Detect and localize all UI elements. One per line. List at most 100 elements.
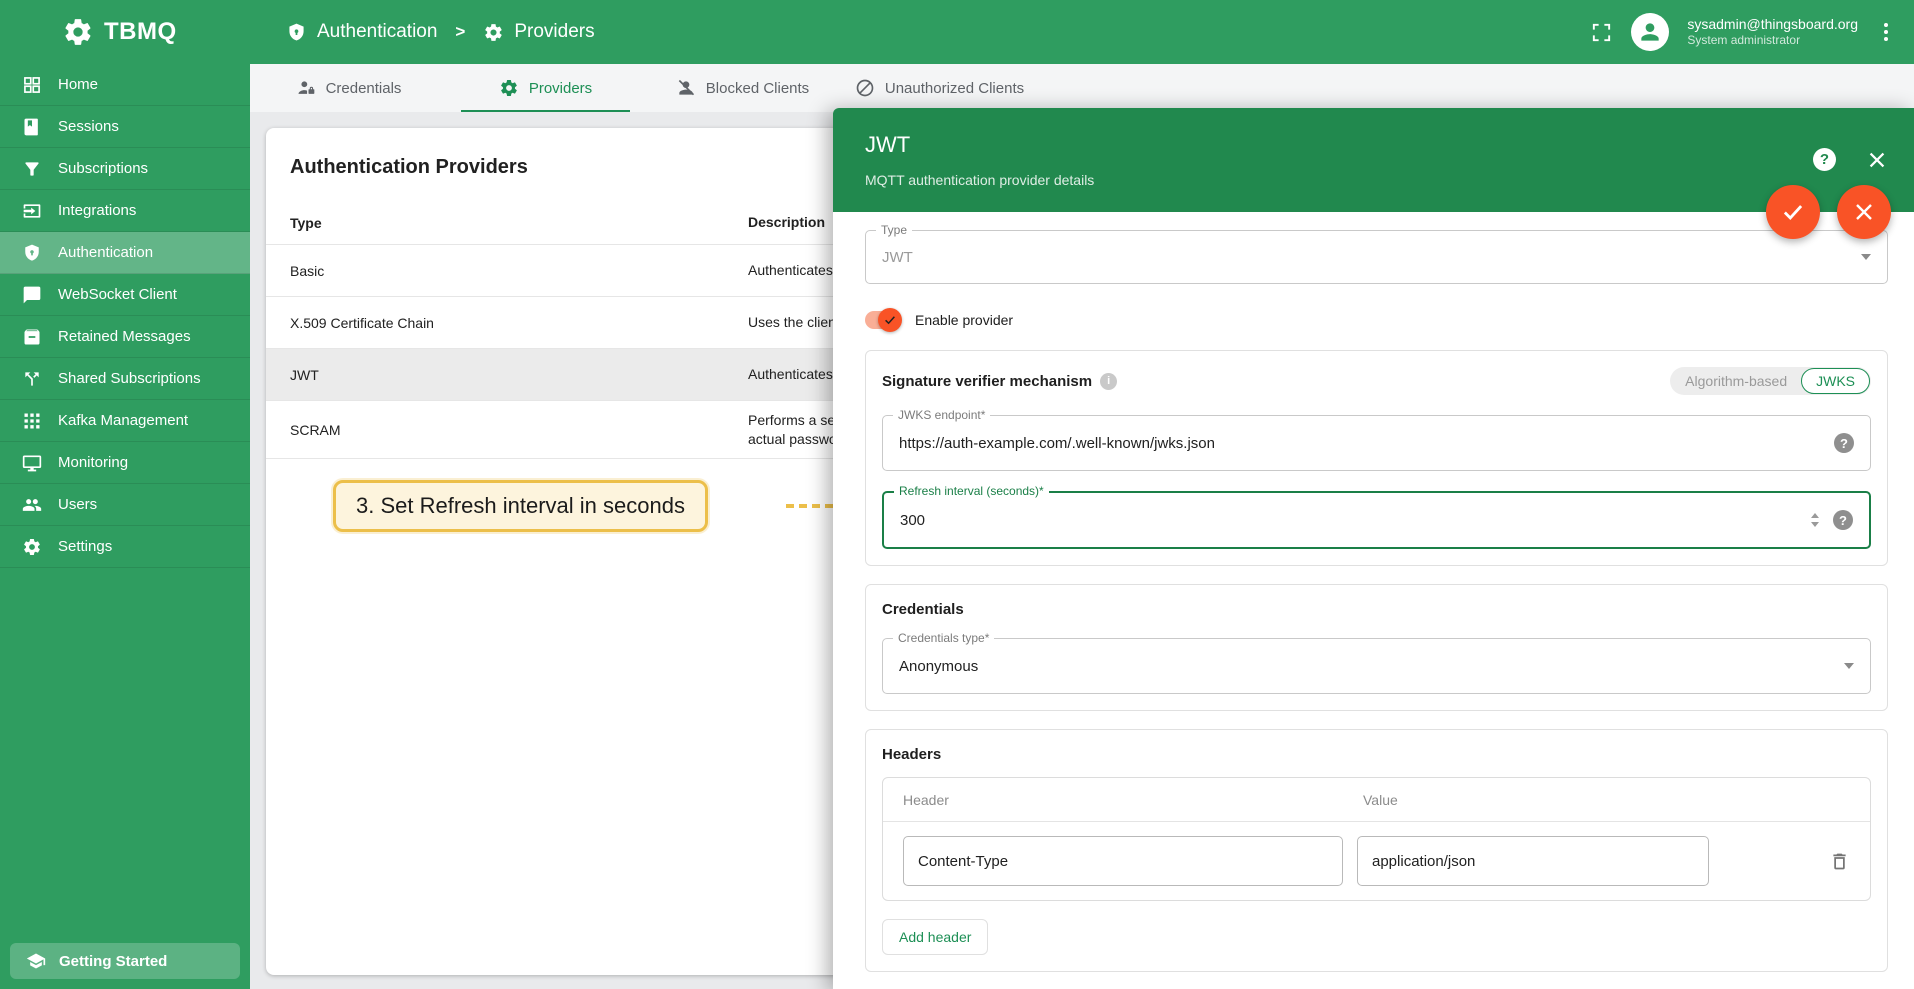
headers-card: Headers Header Value Add header bbox=[865, 729, 1888, 972]
breadcrumb-separator: > bbox=[455, 22, 466, 41]
header-name-input[interactable] bbox=[903, 836, 1343, 886]
sidebar-item-websocket-client[interactable]: WebSocket Client bbox=[0, 274, 250, 316]
jwks-endpoint-input[interactable] bbox=[899, 434, 1834, 452]
input-icon bbox=[22, 201, 42, 221]
person-lock-icon bbox=[296, 78, 316, 98]
close-icon bbox=[1852, 200, 1876, 224]
annotation-callout: 3. Set Refresh interval in seconds bbox=[333, 480, 708, 532]
filter-icon bbox=[22, 159, 42, 179]
enable-provider-label: Enable provider bbox=[915, 312, 1014, 328]
field-label: Credentials type* bbox=[893, 631, 995, 645]
apply-button[interactable] bbox=[1766, 185, 1820, 239]
tbmq-logo-icon bbox=[62, 16, 94, 48]
field-value: Anonymous bbox=[899, 657, 979, 675]
refresh-interval-field[interactable]: Refresh interval (seconds)* ? bbox=[882, 484, 1871, 549]
info-icon[interactable]: i bbox=[1100, 372, 1118, 390]
panel-subtitle: MQTT authentication provider details bbox=[865, 172, 1095, 188]
fullscreen-icon[interactable] bbox=[1590, 21, 1613, 44]
sidebar: Home Sessions Subscriptions Integrations… bbox=[0, 64, 250, 989]
sidebar-item-retained-messages[interactable]: Retained Messages bbox=[0, 316, 250, 358]
enable-provider-toggle[interactable] bbox=[865, 308, 902, 332]
panel-body: Type JWT Enable provider Signature verif… bbox=[833, 212, 1914, 989]
tab-credentials[interactable]: Credentials bbox=[250, 64, 447, 112]
kebab-menu-icon[interactable] bbox=[1876, 19, 1896, 45]
breadcrumb-authentication[interactable]: Authentication bbox=[286, 21, 437, 43]
credentials-title: Credentials bbox=[882, 601, 964, 618]
shield-lock-icon bbox=[22, 243, 42, 263]
user-info: sysadmin@thingsboard.org System administ… bbox=[1687, 15, 1858, 49]
panel-header-actions: ? bbox=[1813, 148, 1888, 171]
algorithm-based-option[interactable]: Algorithm-based bbox=[1671, 368, 1801, 394]
breadcrumb-label: Authentication bbox=[317, 21, 438, 42]
tab-providers[interactable]: Providers bbox=[447, 64, 644, 112]
check-icon bbox=[1780, 199, 1806, 225]
discard-button[interactable] bbox=[1837, 185, 1891, 239]
sidebar-item-sessions[interactable]: Sessions bbox=[0, 106, 250, 148]
add-header-button[interactable]: Add header bbox=[882, 919, 989, 955]
sidebar-item-settings[interactable]: Settings bbox=[0, 526, 250, 568]
field-label: Type bbox=[876, 223, 913, 237]
dashboard-icon bbox=[22, 75, 42, 95]
check-icon bbox=[883, 313, 897, 327]
headers-table-header: Header Value bbox=[883, 778, 1870, 822]
sidebar-item-users[interactable]: Users bbox=[0, 484, 250, 526]
chevron-down-icon bbox=[1861, 254, 1871, 260]
chat-icon bbox=[22, 285, 42, 305]
school-icon bbox=[26, 951, 46, 971]
breadcrumb: Authentication > Providers bbox=[286, 21, 595, 43]
chevron-up-icon[interactable] bbox=[1811, 513, 1819, 518]
sidebar-item-monitoring[interactable]: Monitoring bbox=[0, 442, 250, 484]
archive-icon bbox=[22, 327, 42, 347]
jwks-option[interactable]: JWKS bbox=[1801, 368, 1870, 394]
tbmq-logo[interactable]: TBMQ bbox=[0, 16, 250, 48]
signature-verifier-card: Signature verifier mechanism i Algorithm… bbox=[865, 350, 1888, 566]
chevron-down-icon bbox=[1844, 663, 1854, 669]
avatar[interactable] bbox=[1631, 13, 1670, 51]
sidebar-item-subscriptions[interactable]: Subscriptions bbox=[0, 148, 250, 190]
sidebar-item-authentication[interactable]: Authentication bbox=[0, 232, 250, 274]
block-icon bbox=[855, 78, 875, 98]
provider-type-select[interactable]: Type JWT bbox=[865, 223, 1888, 284]
header-value-input[interactable] bbox=[1357, 836, 1709, 886]
gear-icon bbox=[22, 537, 42, 557]
tab-blocked-clients[interactable]: Blocked Clients bbox=[644, 64, 841, 112]
help-icon[interactable]: ? bbox=[1833, 510, 1853, 530]
shield-lock-icon bbox=[286, 22, 307, 43]
top-bar-right: sysadmin@thingsboard.org System administ… bbox=[1590, 13, 1914, 51]
help-icon[interactable]: ? bbox=[1834, 433, 1854, 453]
help-icon[interactable]: ? bbox=[1813, 148, 1836, 171]
top-bar: TBMQ Authentication > Providers sysadmin… bbox=[0, 0, 1914, 64]
tab-bar: Credentials Providers Blocked Clients Un… bbox=[250, 64, 1914, 112]
gear-icon bbox=[483, 22, 504, 43]
book-icon bbox=[22, 117, 42, 137]
sidebar-item-kafka-management[interactable]: Kafka Management bbox=[0, 400, 250, 442]
tab-unauthorized-clients[interactable]: Unauthorized Clients bbox=[841, 64, 1038, 112]
sidebar-item-shared-subscriptions[interactable]: Shared Subscriptions bbox=[0, 358, 250, 400]
logo-text: TBMQ bbox=[104, 18, 177, 45]
breadcrumb-label: Providers bbox=[514, 21, 595, 42]
sidebar-item-home[interactable]: Home bbox=[0, 64, 250, 106]
jwks-endpoint-field[interactable]: JWKS endpoint* ? bbox=[882, 408, 1871, 471]
annotation-connector-line bbox=[786, 504, 833, 508]
field-value: JWT bbox=[882, 248, 913, 266]
close-icon[interactable] bbox=[1866, 149, 1888, 171]
gear-icon bbox=[499, 78, 519, 98]
headers-table: Header Value bbox=[882, 777, 1871, 901]
refresh-interval-input[interactable] bbox=[900, 511, 1811, 529]
grid-icon bbox=[22, 411, 42, 431]
breadcrumb-providers[interactable]: Providers bbox=[483, 21, 595, 43]
delete-header-button[interactable] bbox=[1829, 851, 1850, 872]
getting-started-button[interactable]: Getting Started bbox=[10, 943, 240, 979]
credentials-type-select[interactable]: Credentials type* Anonymous bbox=[882, 631, 1871, 694]
user-role: System administrator bbox=[1687, 33, 1801, 48]
people-icon bbox=[22, 495, 42, 515]
monitor-icon bbox=[22, 453, 42, 473]
sidebar-item-integrations[interactable]: Integrations bbox=[0, 190, 250, 232]
person-icon bbox=[1637, 19, 1663, 45]
call-split-icon bbox=[22, 369, 42, 389]
chevron-down-icon[interactable] bbox=[1811, 522, 1819, 527]
column-header-type[interactable]: Type bbox=[290, 215, 748, 231]
trash-icon bbox=[1829, 851, 1850, 872]
number-stepper[interactable] bbox=[1811, 513, 1819, 527]
signature-verifier-title: Signature verifier mechanism i bbox=[882, 372, 1118, 390]
